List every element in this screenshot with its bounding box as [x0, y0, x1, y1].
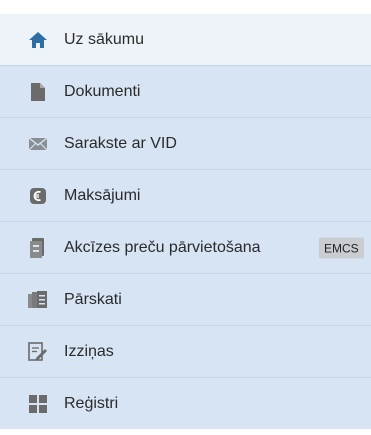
menu-item-payments[interactable]: Maksājumi [0, 169, 371, 221]
coin-icon [26, 184, 50, 208]
menu-item-label: Maksājumi [64, 186, 141, 204]
grid-icon [26, 392, 50, 416]
menu-item-correspondence[interactable]: Sarakste ar VID [0, 117, 371, 169]
menu-item-excise-movement[interactable]: Akcīzes preču pārvietošana EMCS [0, 221, 371, 273]
menu-item-label: Uz sākumu [64, 30, 145, 48]
menu-item-label: Izziņas [64, 342, 114, 360]
home-icon [26, 28, 50, 52]
menu-item-certificates[interactable]: Izziņas [0, 325, 371, 377]
menu-item-reports[interactable]: Pārskati [0, 273, 371, 325]
menu-item-label: Dokumenti [64, 82, 141, 100]
menu-item-registers[interactable]: Reģistri [0, 377, 371, 429]
sidebar-menu: Uz sākumu Dokumenti Sarakste ar VID Maks… [0, 14, 371, 429]
emcs-badge: EMCS [319, 237, 364, 258]
menu-item-label: Reģistri [64, 394, 119, 412]
menu-item-home[interactable]: Uz sākumu [0, 14, 371, 65]
document-icon [26, 80, 50, 104]
reports-icon [26, 288, 50, 312]
menu-item-label: Sarakste ar VID [64, 134, 177, 152]
envelope-icon [26, 132, 50, 156]
menu-item-label: Pārskati [64, 290, 122, 308]
files-icon [26, 236, 50, 260]
menu-item-documents[interactable]: Dokumenti [0, 65, 371, 117]
edit-document-icon [26, 340, 50, 364]
menu-item-label: Akcīzes preču pārvietošana [64, 238, 261, 256]
